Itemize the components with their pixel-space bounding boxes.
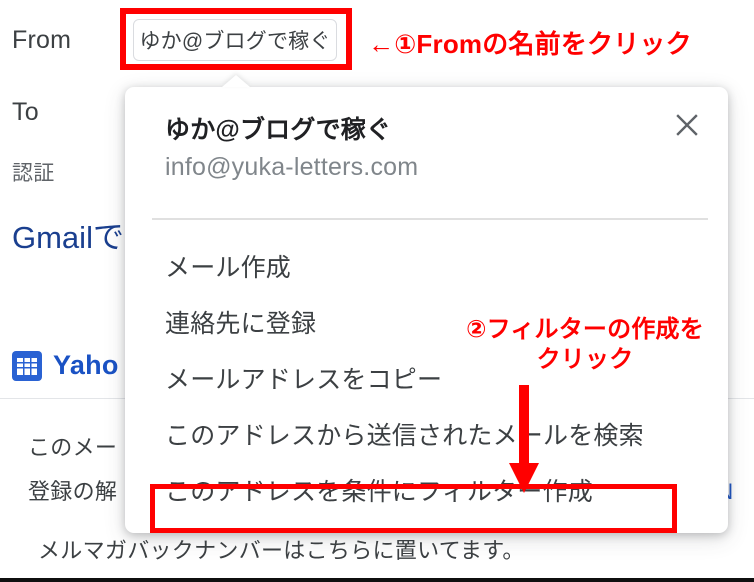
menu-item-label: メールアドレスをコピー [165, 366, 443, 394]
contact-popup-card: ゆか@ブログで稼ぐ info@yuka-letters.com メール作成 連絡… [125, 75, 728, 533]
calendar-icon [12, 350, 42, 381]
popup-caret [222, 75, 250, 87]
menu-item-label: メール作成 [165, 254, 292, 282]
contact-name: ゆか@ブログで稼ぐ [165, 116, 392, 144]
screenshot-stage: From To 認証 Gmailで Yaho このメー 登録の解 ?N メルマガ… [0, 0, 754, 582]
body-line-1: このメー [28, 435, 118, 460]
auth-field-label: 認証 [12, 162, 55, 185]
close-icon[interactable] [671, 109, 703, 141]
menu-item-label: 連絡先に登録 [165, 310, 317, 338]
to-field-label: To [12, 98, 39, 126]
promo-title: Yaho [53, 350, 119, 380]
from-field-label: From [12, 26, 72, 54]
contact-menu: メール作成 連絡先に登録 メールアドレスをコピー このアドレスから送信されたメー… [125, 238, 728, 518]
menu-item-search-from-address[interactable]: このアドレスから送信されたメールを検索 [125, 406, 728, 462]
annotation-step-1: ←①Fromの名前をクリック [368, 29, 692, 59]
popup-divider [152, 218, 708, 220]
contact-email: info@yuka-letters.com [165, 153, 419, 181]
annotation-step-2: ②フィルターの作成をクリック [466, 316, 704, 373]
from-sender-chip-label: ゆか@ブログで稼ぐ [139, 30, 331, 53]
body-line-3: メルマガバックナンバーはこちらに置いてます。 [38, 538, 525, 563]
menu-item-compose[interactable]: メール作成 [125, 238, 728, 294]
body-line-2: 登録の解 [28, 479, 118, 504]
promo-row[interactable]: Yaho [12, 350, 119, 381]
page-bottom-edge [0, 578, 754, 582]
menu-item-create-filter[interactable]: このアドレスを条件にフィルター作成 [125, 462, 728, 518]
menu-item-label: このアドレスから送信されたメールを検索 [165, 422, 644, 450]
menu-item-label: このアドレスを条件にフィルター作成 [165, 478, 593, 506]
message-heading: Gmailで [12, 220, 124, 255]
from-sender-chip[interactable]: ゆか@ブログで稼ぐ [133, 19, 337, 61]
